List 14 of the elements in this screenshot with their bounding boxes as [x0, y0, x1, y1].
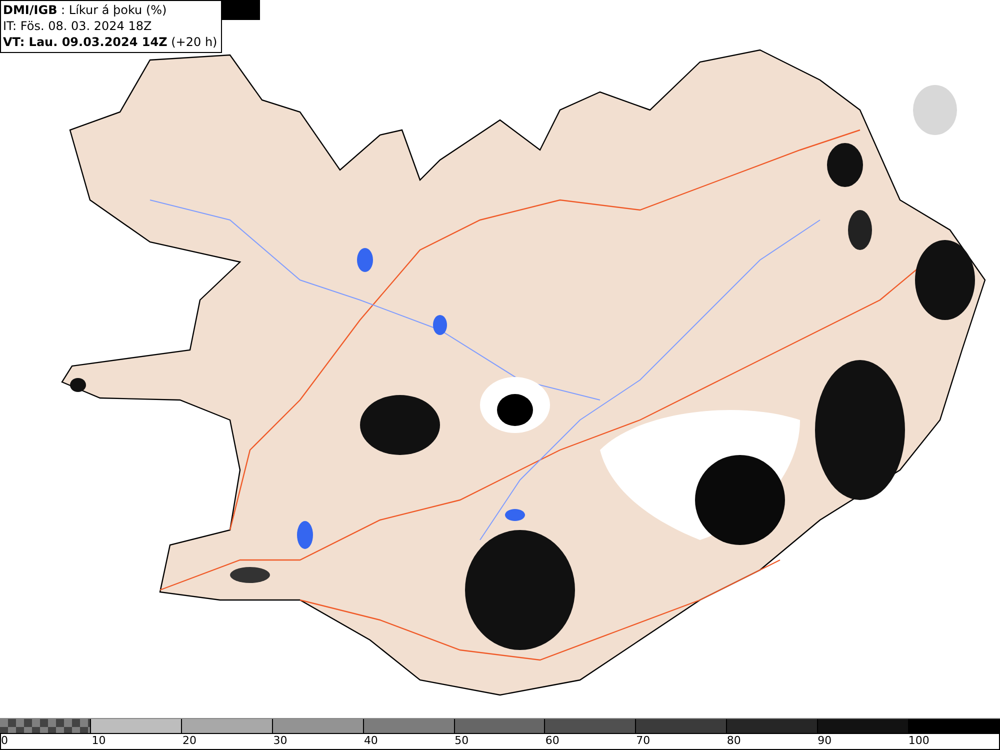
legend-label: 90 — [818, 734, 832, 747]
map-title: DMI/IGB : Líkur á þoku (%) — [3, 2, 168, 18]
legend-label: 100 — [908, 734, 930, 747]
valid-time: VT: Lau. 09.03.2024 14Z (+20 h) — [3, 34, 218, 50]
legend-label: 30 — [273, 734, 288, 747]
legend-label: 40 — [364, 734, 378, 747]
legend-label: 80 — [726, 734, 741, 747]
legend-label: 10 — [92, 734, 106, 747]
legend-label: 0 — [1, 734, 8, 747]
legend-label: 20 — [182, 734, 196, 747]
legend-label: 70 — [636, 734, 650, 747]
legend-label: 60 — [545, 734, 560, 747]
legend-label: 50 — [454, 734, 469, 747]
issue-time: IT: Fös. 08. 03. 2024 18Z — [3, 18, 153, 34]
